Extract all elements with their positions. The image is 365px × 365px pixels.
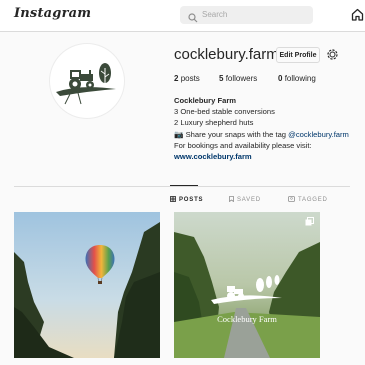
tabs-divider	[14, 186, 350, 187]
active-tab-indicator	[170, 185, 198, 186]
tab-posts[interactable]: POSTS	[170, 196, 203, 203]
following-label: following	[284, 74, 316, 83]
bio-share-text: 📷 Share your snaps with the tag	[174, 129, 289, 139]
profile-avatar[interactable]	[50, 44, 124, 118]
post-thumbnail-balloon[interactable]	[14, 212, 160, 358]
followers-count: 5	[219, 74, 224, 83]
bio-name: Cocklebury Farm	[174, 96, 237, 105]
following-count: 0	[278, 74, 283, 83]
top-navigation-bar: Instagram Search	[0, 0, 365, 32]
post-thumbnail-farm[interactable]: Cocklebury Farm	[174, 212, 320, 358]
instagram-logo[interactable]: Instagram	[14, 6, 91, 21]
bio-line: 3 One-bed stable conversions	[174, 107, 275, 117]
tab-tagged-label: TAGGED	[298, 197, 328, 203]
settings-gear-icon[interactable]	[326, 48, 339, 66]
tab-saved-label: SAVED	[237, 197, 261, 203]
post-image	[14, 212, 160, 358]
farm-logo-icon	[56, 63, 116, 105]
profile-bio: Cocklebury Farm 3 One-bed stable convers…	[174, 95, 364, 162]
tab-saved[interactable]: SAVED	[229, 196, 261, 203]
bio-line: 2 Luxury shepherd huts	[174, 118, 254, 128]
posts-label: posts	[180, 74, 200, 83]
posts-count: 2	[174, 74, 179, 83]
search-placeholder: Search	[202, 10, 228, 19]
bio-website-link[interactable]: www.cocklebury.farm	[174, 151, 364, 162]
posts-count-stat: 2 posts	[174, 74, 200, 83]
bio-line: For bookings and availability please vis…	[174, 140, 312, 150]
following-count-stat[interactable]: 0 following	[278, 74, 316, 83]
edit-profile-button[interactable]: Edit Profile	[276, 47, 320, 63]
post-caption-overlay: Cocklebury Farm	[217, 314, 277, 324]
search-icon	[188, 10, 198, 28]
bookmark-icon	[229, 196, 234, 203]
grid-icon	[170, 196, 176, 202]
followers-count-stat[interactable]: 5 followers	[219, 74, 257, 83]
carousel-icon	[305, 217, 314, 226]
bio-line-share: 📷 Share your snaps with the tag @cockleb…	[174, 129, 364, 140]
tab-posts-label: POSTS	[179, 197, 204, 203]
home-icon[interactable]	[351, 8, 364, 26]
profile-username: cocklebury.farm	[174, 46, 279, 63]
tagged-icon	[288, 196, 295, 202]
followers-label: followers	[225, 74, 258, 83]
post-image	[174, 212, 320, 358]
tab-tagged[interactable]: TAGGED	[288, 196, 328, 203]
bio-mention-link[interactable]: @cocklebury.farm	[288, 130, 349, 139]
search-input[interactable]: Search	[180, 6, 313, 24]
